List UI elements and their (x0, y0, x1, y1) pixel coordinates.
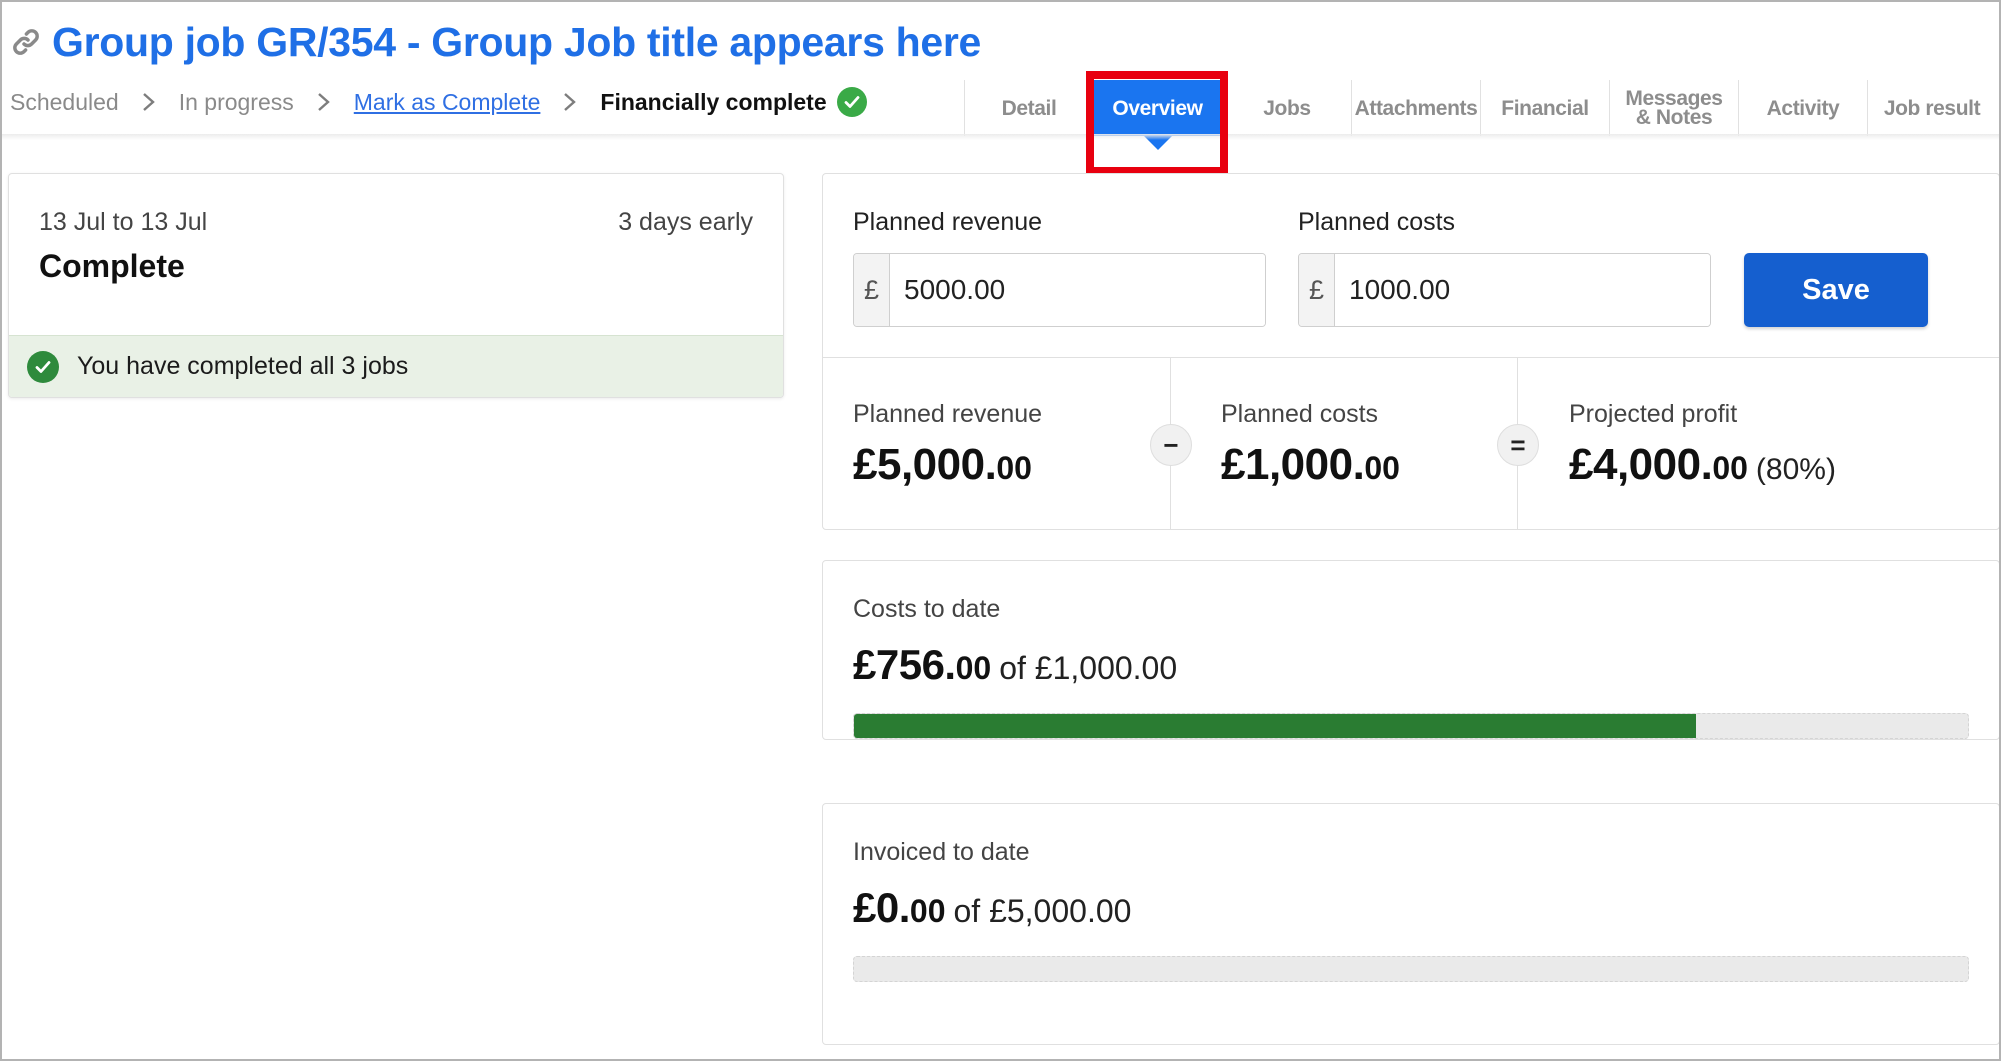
status-steps: Scheduled In progress Mark as Complete F… (10, 84, 867, 120)
currency-prefix: £ (1299, 254, 1335, 326)
tab-messages-notes[interactable]: Messages & Notes (1609, 80, 1738, 136)
header-divider (2, 134, 1999, 140)
tab-financial[interactable]: Financial (1480, 80, 1609, 136)
job-summary-card: 13 Jul to 13 Jul 3 days early Complete Y… (8, 173, 784, 398)
save-button[interactable]: Save (1744, 253, 1928, 327)
costs-to-date-card: Costs to date £756.00 of £1,000.00 (822, 560, 1999, 740)
tab-messages-notes-label: Messages & Notes (1625, 87, 1723, 129)
projected-profit-value: £4,000.00 (80%) (1569, 440, 1836, 489)
costs-to-date-label: Costs to date (853, 595, 1001, 623)
step-financially-complete: Financially complete (600, 88, 827, 115)
tab-job-result[interactable]: Job result (1867, 80, 1996, 136)
tab-detail[interactable]: Detail (964, 80, 1093, 136)
step-scheduled: Scheduled (10, 88, 119, 115)
invoiced-to-date-card: Invoiced to date £0.00 of £5,000.00 (822, 803, 1999, 1045)
planned-costs-field: £ (1298, 253, 1711, 327)
page-title: Group job GR/354 - Group Job title appea… (52, 18, 982, 65)
tab-bar: Detail Overview Jobs Attachments Financi… (964, 80, 1996, 150)
currency-prefix: £ (854, 254, 890, 326)
planned-revenue-input[interactable] (890, 254, 1265, 326)
projected-profit-label: Projected profit (1569, 400, 1738, 428)
title-row: Group job GR/354 - Group Job title appea… (10, 14, 981, 70)
step-in-progress: In progress (178, 88, 294, 115)
completion-banner: You have completed all 3 jobs (9, 335, 783, 397)
planned-financials-card: Planned revenue £ Planned costs £ Save P… (822, 173, 1999, 530)
invoiced-to-date-label: Invoiced to date (853, 838, 1030, 866)
date-range: 13 Jul to 13 Jul (39, 208, 208, 236)
costs-to-date-value: £756.00 of £1,000.00 (853, 641, 1178, 688)
chevron-right-icon (142, 93, 155, 111)
tab-jobs[interactable]: Jobs (1222, 80, 1351, 136)
costs-progress-bar (853, 713, 1969, 739)
mark-as-complete-link[interactable]: Mark as Complete (354, 89, 541, 116)
tab-overview[interactable]: Overview (1093, 80, 1222, 150)
invoiced-to-date-value: £0.00 of £5,000.00 (853, 884, 1132, 931)
link-icon (13, 29, 39, 55)
equals-icon: = (1497, 424, 1539, 466)
chevron-right-icon (564, 93, 577, 111)
completion-message: You have completed all 3 jobs (77, 352, 409, 380)
planned-costs-label: Planned costs (1298, 208, 1456, 236)
card-divider (823, 357, 1999, 358)
summary-revenue-label: Planned revenue (853, 400, 1043, 428)
summary-costs-value: £1,000.00 (1221, 440, 1400, 489)
summary-costs-label: Planned costs (1221, 400, 1379, 428)
planned-costs-input[interactable] (1335, 254, 1710, 326)
planned-revenue-label: Planned revenue (853, 208, 1043, 236)
summary-revenue-value: £5,000.00 (853, 440, 1032, 489)
job-status: Complete (39, 248, 185, 284)
minus-icon: − (1150, 424, 1192, 466)
planned-revenue-field: £ (853, 253, 1266, 327)
check-circle-icon (836, 87, 867, 117)
app-frame: Group job GR/354 - Group Job title appea… (0, 0, 2001, 1061)
chevron-right-icon (317, 93, 330, 111)
tab-activity[interactable]: Activity (1738, 80, 1867, 136)
costs-progress-fill (854, 714, 1697, 738)
tab-attachments[interactable]: Attachments (1351, 80, 1480, 136)
tab-overview-label: Overview (1112, 96, 1203, 120)
invoiced-progress-bar (853, 956, 1969, 982)
check-circle-icon (27, 350, 59, 383)
timing-status: 3 days early (618, 208, 753, 236)
